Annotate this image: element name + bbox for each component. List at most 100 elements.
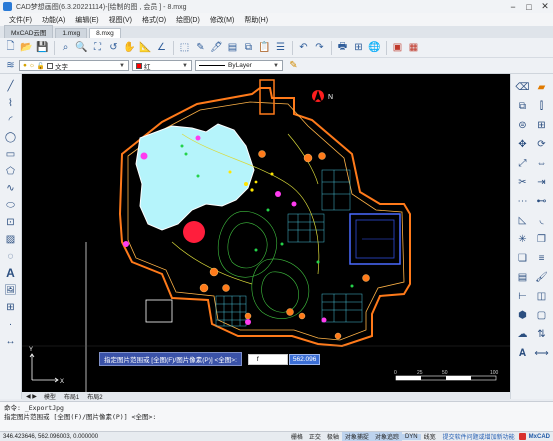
rectangle-icon[interactable]: ▭ [3, 146, 19, 162]
menu-modify[interactable]: 修改(M) [205, 15, 240, 25]
offset-icon[interactable]: ⊜ [514, 117, 532, 134]
dim-style-icon[interactable]: ⟷ [533, 345, 551, 362]
maximize-button[interactable]: □ [521, 2, 537, 12]
toggle-ortho[interactable]: 正交 [306, 432, 324, 441]
menu-function[interactable]: 功能(A) [37, 15, 70, 25]
rotate-icon[interactable]: ⟳ [533, 136, 551, 153]
properties-icon[interactable]: ☰ [273, 40, 288, 55]
save-icon[interactable]: 💾 [35, 40, 50, 55]
table-icon[interactable]: ⊞ [3, 299, 19, 315]
publish-icon[interactable]: ⊞ [351, 40, 366, 55]
break-icon[interactable]: ⋯ [514, 193, 532, 210]
ellipse-icon[interactable]: ⬭ [3, 197, 19, 213]
angle-icon[interactable]: ∠ [154, 40, 169, 55]
tab-model[interactable]: 模型 [41, 392, 59, 401]
color-dropdown[interactable]: 红 ▼ [132, 60, 192, 71]
image-export-icon[interactable]: ▦ [406, 40, 421, 55]
zoom-realtime-icon[interactable]: 🔍 [74, 40, 89, 55]
erase-icon[interactable]: ⌫ [514, 79, 532, 96]
stretch-icon[interactable]: ⇔ [533, 155, 551, 172]
minimize-button[interactable]: − [505, 2, 521, 12]
toggle-lineweight[interactable]: 线宽 [421, 432, 439, 441]
menu-draw[interactable]: 绘图(D) [171, 15, 205, 25]
polygon-icon[interactable]: ⬠ [3, 163, 19, 179]
menu-file[interactable]: 文件(F) [4, 15, 37, 25]
point-icon[interactable]: · [3, 316, 19, 332]
web-icon[interactable]: 🌐 [367, 40, 382, 55]
undo-icon[interactable]: ↶ [296, 40, 311, 55]
feedback-link[interactable]: 提交软件问题或增加新功能 [439, 432, 519, 441]
pan-hand-icon[interactable]: ✋ [122, 40, 137, 55]
toggle-otrack[interactable]: 对象追踪 [371, 432, 402, 441]
menu-view[interactable]: 视图(V) [104, 15, 137, 25]
toggle-polar[interactable]: 极轴 [324, 432, 342, 441]
command-line[interactable]: 命令: _ExportJpg 指定图片范围或 [全图(F)/图片像素(P)] <… [0, 401, 553, 431]
mirror-icon[interactable]: ⫿ [533, 98, 551, 115]
edit-text-icon[interactable]: ✎ [193, 40, 208, 55]
tab-layout1[interactable]: 布局1 [61, 392, 82, 401]
layer-prop-icon[interactable]: ▤ [514, 269, 532, 286]
line-icon[interactable]: ╱ [3, 78, 19, 94]
region-icon[interactable]: ◌ [3, 248, 19, 264]
text-style-icon[interactable]: 𝐀 [514, 345, 532, 362]
scale-icon[interactable]: ⤢ [514, 155, 532, 172]
join-icon[interactable]: ⊷ [533, 193, 551, 210]
open-folder-icon[interactable]: 📂 [19, 40, 34, 55]
zoom-window-icon[interactable]: ⌕ [58, 40, 73, 55]
zoom-extents-icon[interactable]: ⛶ [90, 40, 105, 55]
chamfer-icon[interactable]: ◺ [514, 212, 532, 229]
measure-icon[interactable]: ⊢ [514, 288, 532, 305]
tab-mxcad-cloud[interactable]: MxCAD云图 [4, 25, 54, 38]
dynamic-input-field[interactable]: f [247, 353, 288, 365]
text-icon[interactable]: A [3, 265, 19, 281]
image-icon[interactable]: 🖼 [3, 282, 19, 298]
explode-icon[interactable]: ✳ [514, 231, 532, 248]
hatch-icon[interactable]: ▨ [3, 231, 19, 247]
spline-icon[interactable]: ∿ [3, 180, 19, 196]
3d-box-icon[interactable]: ⬢ [514, 307, 532, 324]
layer-dropdown[interactable]: ● ☼ 🔓 文字 ▼ [19, 60, 129, 71]
nav-arrows-icon[interactable]: ◀ ▶ [26, 393, 37, 400]
move-icon[interactable]: ✥ [514, 136, 532, 153]
wipeout-icon[interactable]: ▢ [533, 307, 551, 324]
trim-icon[interactable]: ✂ [514, 174, 532, 191]
paste-icon[interactable]: 📋 [257, 40, 272, 55]
menu-edit[interactable]: 编辑(E) [70, 15, 103, 25]
menu-format[interactable]: 格式(O) [137, 15, 171, 25]
fillet-icon[interactable]: ◟ [533, 212, 551, 229]
tab-1-mxg[interactable]: 1.mxg [55, 28, 88, 38]
align-icon[interactable]: ≡ [533, 250, 551, 267]
print-icon[interactable]: 🖶 [335, 40, 350, 55]
eraser-icon[interactable]: ▰ [533, 79, 551, 96]
pen-icon[interactable]: 🖊 [209, 40, 224, 55]
arc-icon[interactable]: ◜ [3, 112, 19, 128]
tab-8-mxg[interactable]: 8.mxg [89, 28, 121, 38]
toggle-osnap[interactable]: 对象捕捉 [341, 432, 372, 441]
copy-icon[interactable]: ⧉ [514, 98, 532, 115]
drawing-canvas[interactable]: N 0 25 50 100 X Y [22, 74, 510, 392]
toggle-dyn[interactable]: DYN [401, 433, 421, 440]
array-icon[interactable]: ⊞ [533, 117, 551, 134]
menu-help[interactable]: 帮助(H) [239, 15, 273, 25]
close-button[interactable]: ✕ [537, 1, 553, 12]
area-icon[interactable]: ◫ [533, 288, 551, 305]
polyline-icon[interactable]: ⌇ [3, 95, 19, 111]
extend-icon[interactable]: ⇥ [533, 174, 551, 191]
draworder-icon[interactable]: ⇅ [533, 326, 551, 343]
dimension-icon[interactable]: ↔ [3, 333, 19, 349]
pdf-export-icon[interactable]: ▣ [390, 40, 405, 55]
pencil-icon[interactable]: ✎ [286, 58, 301, 73]
toggle-grid[interactable]: 栅格 [288, 432, 306, 441]
layer-manager-icon[interactable]: ≋ [3, 58, 18, 73]
dynamic-input-value[interactable]: 562.096 [288, 353, 321, 365]
copy-icon[interactable]: ⧉ [241, 40, 256, 55]
circle-icon[interactable]: ◯ [3, 129, 19, 145]
match-icon[interactable]: 🖌 [533, 269, 551, 286]
new-file-icon[interactable]: 🗋 [3, 40, 18, 55]
linetype-dropdown[interactable]: ByLayer ▼ [195, 60, 283, 71]
zoom-previous-icon[interactable]: ↺ [106, 40, 121, 55]
select-box-icon[interactable]: ⬚ [177, 40, 192, 55]
tab-layout2[interactable]: 布局2 [84, 392, 105, 401]
redo-icon[interactable]: ↷ [312, 40, 327, 55]
group-icon[interactable]: ❐ [533, 231, 551, 248]
